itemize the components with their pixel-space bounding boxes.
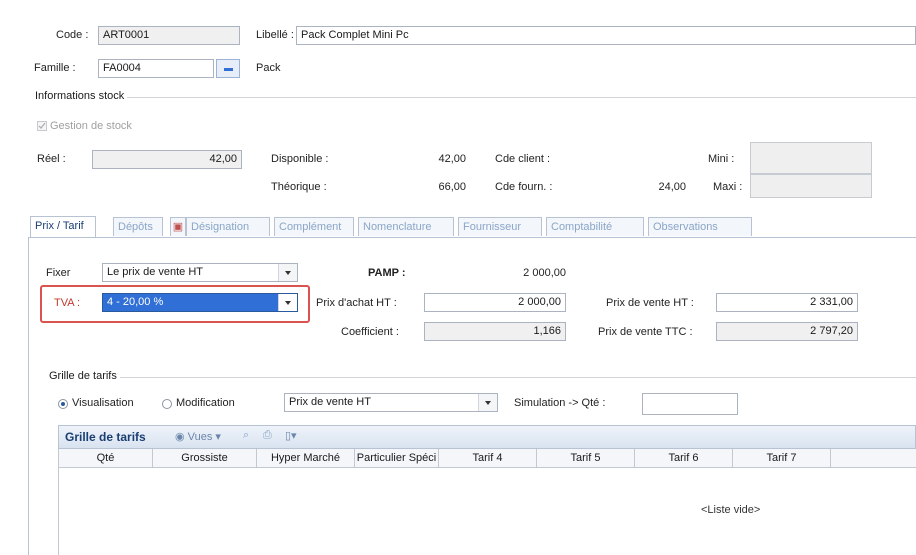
eye-icon: ◉ [175, 431, 185, 443]
prix-achat-label: Prix d'achat HT : [316, 297, 397, 309]
mini-field[interactable] [750, 142, 872, 174]
tab-depots[interactable]: Dépôts [113, 217, 163, 236]
grille-mode-combo-value: Prix de vente HT [289, 396, 371, 408]
tva-combo[interactable]: 4 - 20,00 % [102, 293, 298, 312]
theorique-value: 66,00 [438, 181, 466, 193]
vues-label: Vues [187, 431, 213, 443]
fixer-combo-value: Le prix de vente HT [107, 266, 203, 278]
chevron-down-icon: ▾ [215, 431, 221, 443]
tab-comptabilite[interactable]: Comptabilité [546, 217, 644, 236]
chevron-down-icon [278, 264, 297, 281]
column-header-tarif-7[interactable]: Tarif 7 [733, 449, 831, 468]
grille-toolbar: Grille de tarifs ◉ Vues ▾ ⌕ ⎙ ▯▾ [58, 425, 916, 449]
tva-label: TVA : [54, 297, 81, 309]
grille-body[interactable]: <Liste vide> [58, 468, 916, 555]
famille-field[interactable]: FA0004 [98, 59, 214, 78]
cde-fourn-label: Cde fourn. : [495, 181, 553, 193]
browse-dash-icon [224, 68, 233, 71]
famille-name: Pack [256, 62, 281, 74]
stock-group-title: Informations stock [32, 90, 128, 102]
modification-label: Modification [176, 397, 235, 409]
simulation-label: Simulation -> Qté : [514, 397, 606, 409]
tab-nomenclature[interactable]: Nomenclature [358, 217, 454, 236]
famille-label: Famille : [34, 62, 76, 74]
column-header-grossiste[interactable]: Grossiste [153, 449, 257, 468]
pamp-label: PAMP : [368, 267, 406, 279]
modification-radio[interactable] [162, 399, 172, 409]
stock-group-border [34, 97, 916, 98]
column-header-tarif-5[interactable]: Tarif 5 [537, 449, 635, 468]
visualisation-label: Visualisation [72, 397, 134, 409]
column-header-particulier[interactable]: Particulier Spéci [355, 449, 439, 468]
zoom-icon[interactable]: ⌕ [243, 429, 249, 442]
mini-label: Mini : [708, 153, 735, 165]
grille-header-row: Qté Grossiste Hyper Marché Particulier S… [58, 449, 916, 468]
coefficient-label: Coefficient : [341, 326, 399, 338]
print-icon[interactable]: ⎙ [263, 429, 272, 442]
grille-mode-combo[interactable]: Prix de vente HT [284, 393, 498, 412]
gestion-stock-label: Gestion de stock [50, 120, 132, 132]
reel-label: Réel : [37, 153, 66, 165]
maxi-field[interactable] [750, 174, 872, 198]
prix-achat-field[interactable]: 2 000,00 [424, 293, 566, 312]
grille-toolbar-title: Grille de tarifs [65, 430, 146, 444]
code-field[interactable]: ART0001 [98, 26, 240, 45]
disponible-value: 42,00 [438, 153, 466, 165]
grille-group-title: Grille de tarifs [46, 370, 120, 382]
pamp-value: 2 000,00 [523, 267, 566, 279]
fixer-label: Fixer [46, 267, 71, 279]
reel-field[interactable]: 42,00 [92, 150, 242, 169]
pv-ttc-field[interactable]: 2 797,20 [716, 322, 858, 341]
check-icon [38, 122, 46, 129]
pv-ht-label: Prix de vente HT : [606, 297, 694, 309]
theorique-label: Théorique : [271, 181, 327, 193]
disponible-label: Disponible : [271, 153, 329, 165]
grille-group-border [48, 377, 916, 378]
visualisation-radio[interactable] [58, 399, 68, 409]
cde-client-label: Cde client : [495, 153, 551, 165]
column-header-tarif-4[interactable]: Tarif 4 [439, 449, 537, 468]
tab-observations[interactable]: Observations [648, 217, 752, 236]
pv-ttc-label: Prix de vente TTC : [598, 326, 693, 338]
document-icon[interactable]: ▯▾ [285, 429, 297, 442]
column-header-tarif-6[interactable]: Tarif 6 [635, 449, 733, 468]
libelle-label: Libellé : [256, 29, 294, 41]
chevron-down-icon [278, 294, 297, 311]
empty-list-text: <Liste vide> [701, 504, 761, 516]
pv-ht-field[interactable]: 2 331,00 [716, 293, 858, 312]
code-label: Code : [56, 29, 89, 41]
gestion-stock-checkbox[interactable] [37, 121, 47, 131]
tab-prix-tarif[interactable]: Prix / Tarif [30, 216, 96, 237]
simulation-qty-field[interactable] [642, 393, 738, 415]
libelle-field[interactable]: Pack Complet Mini Pc [296, 26, 916, 45]
famille-browse-button[interactable] [216, 59, 240, 78]
column-header-qte[interactable]: Qté [59, 449, 153, 468]
column-header-hyper-marche[interactable]: Hyper Marché [257, 449, 355, 468]
chevron-down-icon [478, 394, 497, 411]
tab-fournisseur[interactable]: Fournisseur [458, 217, 542, 236]
maxi-label: Maxi : [713, 181, 743, 193]
tva-combo-value: 4 - 20,00 % [107, 296, 164, 308]
designation-flag-icon: ▣ [170, 217, 186, 236]
coefficient-field[interactable]: 1,166 [424, 322, 566, 341]
tab-complement[interactable]: Complément [274, 217, 354, 236]
vues-button[interactable]: ◉ Vues ▾ [175, 429, 221, 445]
panel-left-border [28, 238, 29, 555]
cde-fourn-value: 24,00 [658, 181, 686, 193]
tab-strip-line [28, 237, 916, 238]
tab-designation[interactable]: Désignation [186, 217, 270, 236]
fixer-combo[interactable]: Le prix de vente HT [102, 263, 298, 282]
